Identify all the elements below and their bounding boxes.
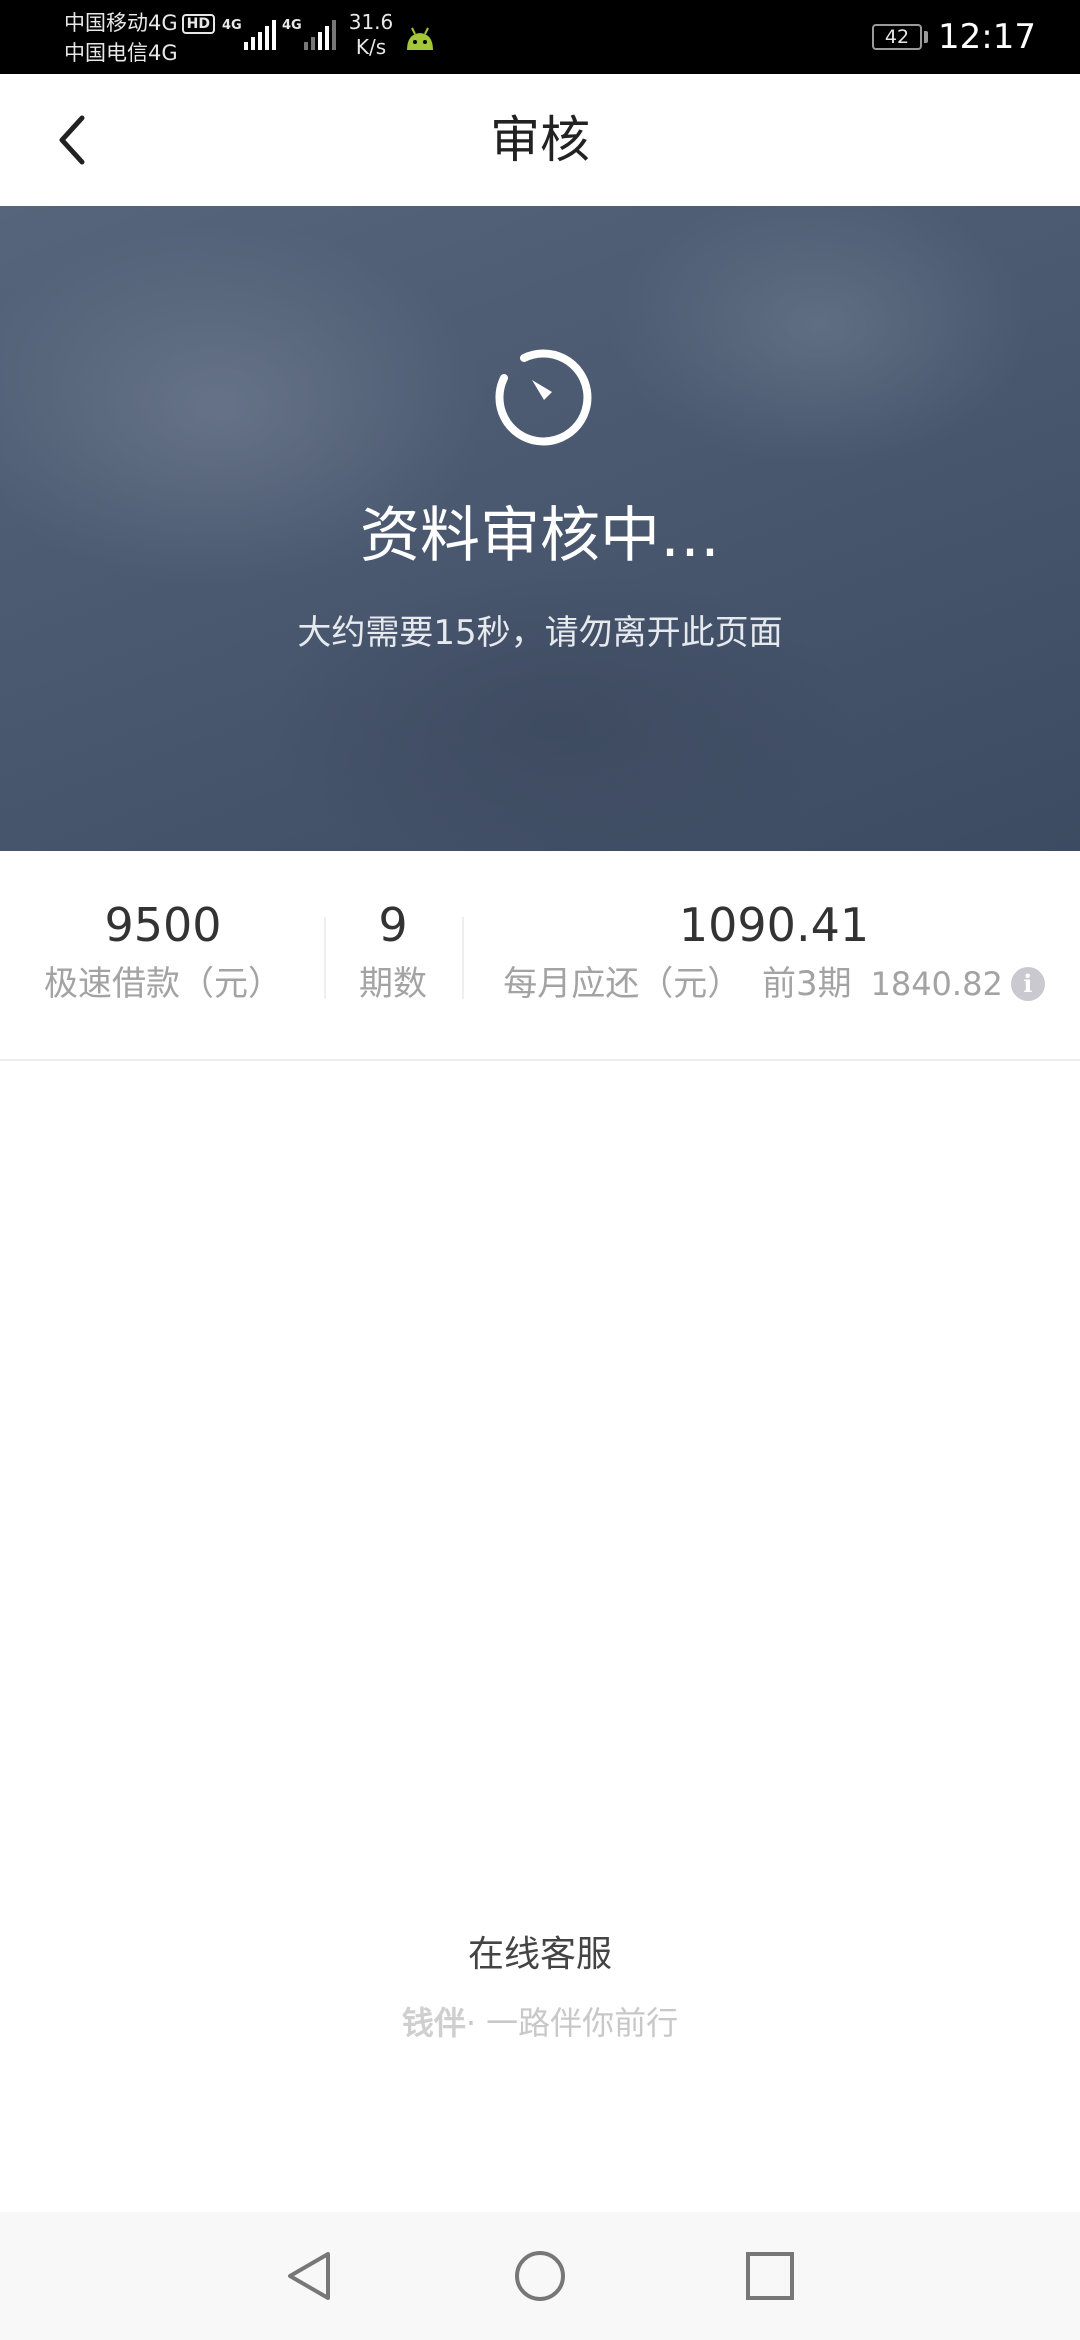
divider [462, 917, 464, 999]
first-periods-amount: 1840.82 [870, 965, 1003, 1003]
monthly-payment-stat: 1090.41 每月应还（元） 前3期 1840.82 i [494, 897, 1054, 1007]
clock-timer-icon [495, 349, 592, 446]
periods-value: 9 [378, 898, 408, 952]
monthly-payment-label: 每月应还（元） [503, 964, 742, 1004]
android-icon [407, 27, 433, 50]
signal-1-label: 4G [222, 18, 242, 33]
network-speed-unit: K/s [355, 35, 387, 59]
brand-name: 钱伴 [401, 2004, 466, 2042]
first-periods-label: 前3期 [762, 964, 852, 1004]
signal-2-label: 4G [282, 18, 302, 33]
square-recents-icon[interactable] [742, 2248, 798, 2304]
navigation-bar: 审核 [0, 74, 1080, 206]
signal-bars-icon [244, 20, 280, 50]
status-time: 12:17 [938, 17, 1036, 57]
info-icon[interactable]: i [1010, 967, 1045, 1001]
page-title: 审核 [490, 111, 590, 169]
battery-tip [924, 31, 928, 43]
loan-amount-value: 9500 [104, 898, 222, 952]
periods-stat: 9 期数 [340, 897, 446, 1007]
review-status-title: 资料审核中… [360, 501, 720, 571]
status-bar: 中国移动4G HD 中国电信4G 4G 4G 31.6 K/s 42 12:17 [0, 0, 1080, 74]
loan-summary: 9500 极速借款（元） 9 期数 1090.41 每月应还（元） 前3期 18… [0, 851, 1080, 1061]
divider [324, 917, 326, 999]
periods-label: 期数 [359, 964, 427, 1004]
slogan-text: · 一路伴你前行 [465, 2004, 679, 2042]
monthly-payment-value: 1090.41 [678, 898, 870, 952]
hd-badge: HD [181, 14, 215, 34]
loan-amount-stat: 9500 极速借款（元） [28, 897, 298, 1007]
system-navigation-bar [0, 2212, 1080, 2340]
monthly-payment-detail: 每月应还（元） 前3期 1840.82 i [494, 961, 1054, 1007]
review-status-subtitle: 大约需要15秒，请勿离开此页面 [297, 613, 783, 653]
triangle-back-icon[interactable] [282, 2248, 338, 2304]
signal-bars-icon [304, 20, 340, 50]
online-service-link[interactable]: 在线客服 [0, 1930, 1080, 1980]
carrier-1-label: 中国移动4G [64, 11, 178, 35]
review-status-banner: 资料审核中… 大约需要15秒，请勿离开此页面 [0, 206, 1080, 851]
brand-slogan: 钱伴· 一路伴你前行 [0, 2000, 1080, 2046]
carrier-2-label: 中国电信4G [64, 41, 178, 65]
battery-indicator: 42 [872, 24, 922, 50]
loan-amount-label: 极速借款（元） [44, 964, 282, 1004]
carrier-info: 中国移动4G HD 中国电信4G [64, 8, 215, 68]
network-speed: 31.6 K/s [346, 10, 396, 60]
circle-home-icon[interactable] [512, 2248, 568, 2304]
network-speed-value: 31.6 [348, 10, 394, 34]
